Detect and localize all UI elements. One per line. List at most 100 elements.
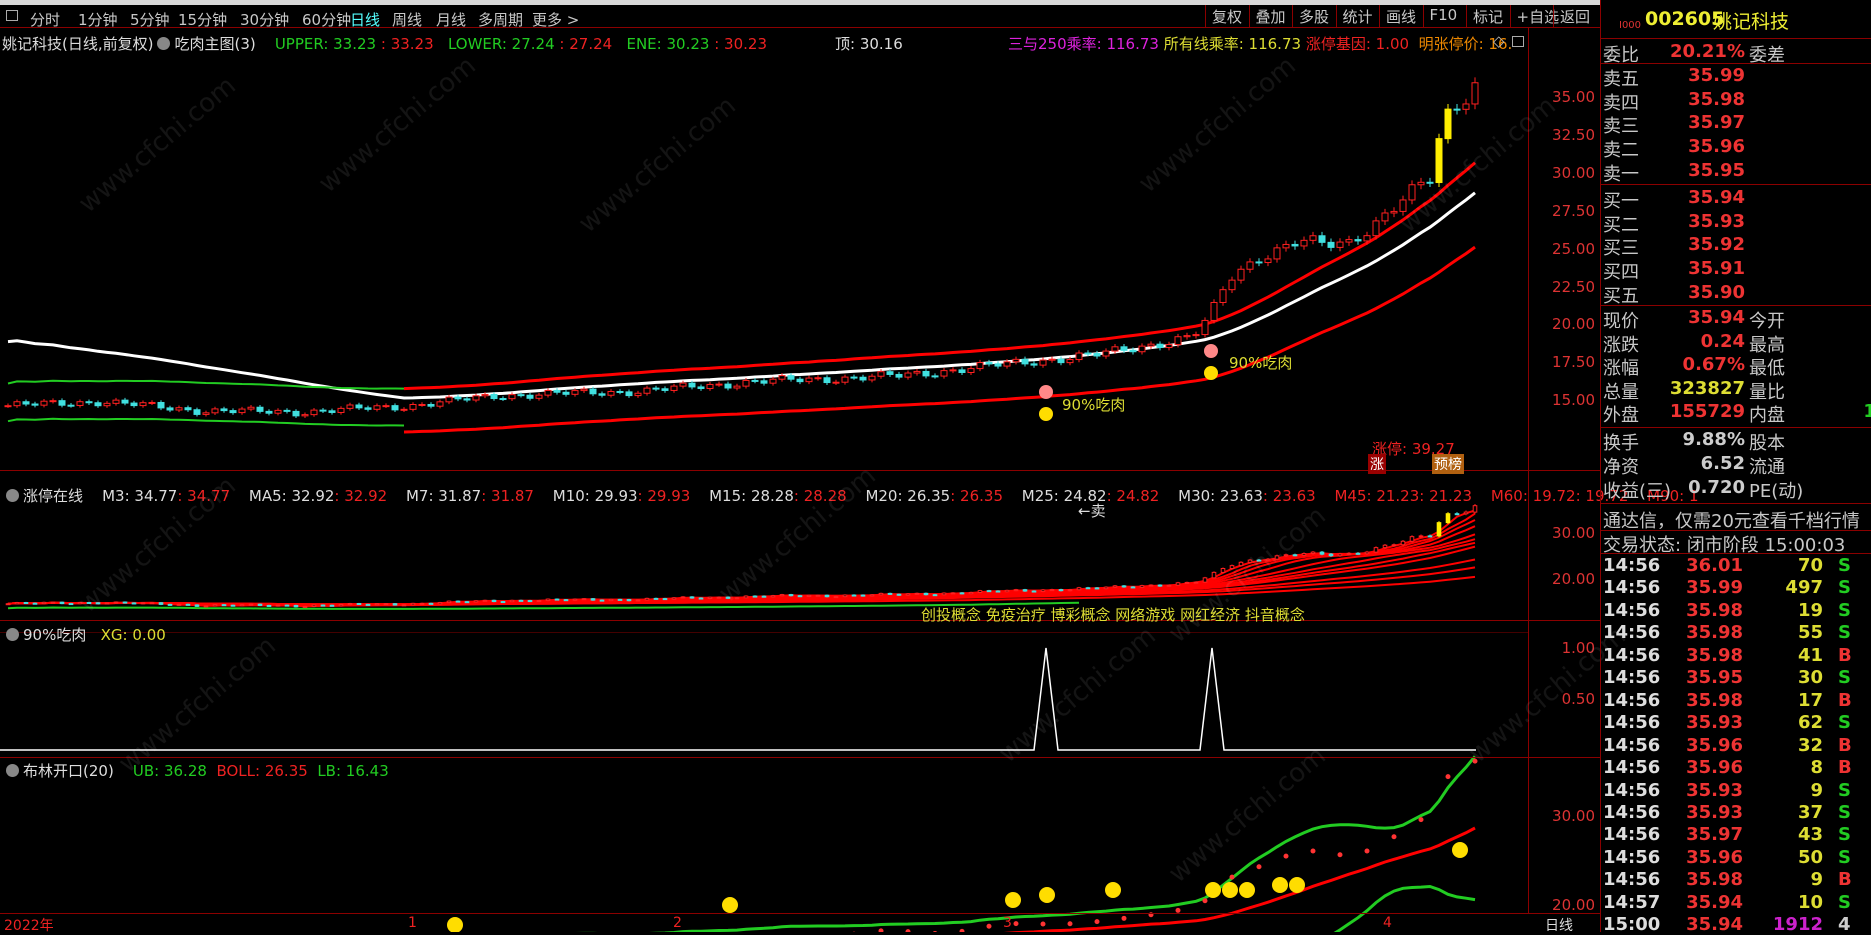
candle xyxy=(221,409,227,411)
candle xyxy=(1364,236,1370,241)
ma-value: : 24.82 xyxy=(1107,487,1160,505)
tick-row: 14:5635.9530S xyxy=(1601,667,1871,690)
tick-price: 35.97 xyxy=(1681,824,1743,845)
quantity: 10 xyxy=(1806,211,1871,232)
tick-side: S xyxy=(1838,577,1851,598)
toolbar-button[interactable]: 画线 xyxy=(1379,5,1422,27)
panel4-title[interactable]: 布林开口(20) xyxy=(23,762,114,780)
diamond-icon[interactable]: ◇ xyxy=(1493,32,1505,50)
candle xyxy=(1355,240,1361,241)
timeframe-tab[interactable]: 15分钟 xyxy=(178,9,227,30)
mini-candle xyxy=(276,605,280,606)
timeframe-tab[interactable]: 5分钟 xyxy=(130,9,170,30)
timeframe-tab[interactable]: 月线 xyxy=(436,9,466,30)
mini-candle xyxy=(240,605,244,606)
tick-volume: 8 xyxy=(1761,757,1823,778)
panel4-axis-label: 30.00 xyxy=(1545,807,1595,825)
mini-candle xyxy=(1275,556,1279,559)
candle xyxy=(1391,211,1397,213)
mini-candle xyxy=(24,603,28,604)
mini-candle xyxy=(672,598,676,599)
tick-side: S xyxy=(1838,622,1851,643)
mini-candle xyxy=(168,604,172,605)
timeframe-tab[interactable]: 分时 xyxy=(30,9,60,30)
ad-row[interactable]: 通达信，仅需20元查看千档行情 xyxy=(1601,507,1871,530)
toolbar-button[interactable]: 复权 xyxy=(1205,5,1248,27)
period-label[interactable]: 日线 xyxy=(1545,915,1573,935)
mini-candle xyxy=(15,603,19,604)
panel2-title[interactable]: 涨停在线 xyxy=(23,487,83,505)
tick-volume: 41 xyxy=(1761,645,1823,666)
stat-row: 涨幅0.67%最低33. xyxy=(1601,354,1871,377)
timeframe-tab[interactable]: 1分钟 xyxy=(78,9,118,30)
ma-label: M60: 19.72 xyxy=(1491,487,1576,505)
indicator-name[interactable]: 吃肉主图(3) xyxy=(174,35,255,53)
timeframe-tab[interactable]: 日线 xyxy=(350,9,380,30)
candle xyxy=(365,408,371,409)
timeframe-tab[interactable]: 更多 > xyxy=(532,9,579,30)
mini-candle xyxy=(411,603,415,604)
upper-label: UPPER: 33.23 xyxy=(275,35,376,53)
candle xyxy=(608,391,614,395)
tick-volume: 32 xyxy=(1761,735,1823,756)
candle xyxy=(275,410,281,413)
mini-candle xyxy=(366,604,370,605)
xg-signal-line xyxy=(0,648,1476,750)
indicator-menu-icon[interactable] xyxy=(157,37,170,50)
indicator-menu-icon[interactable] xyxy=(6,764,19,777)
ma-label: M45: 21.23 xyxy=(1334,487,1419,505)
toolbar-button[interactable]: 标记 xyxy=(1466,5,1509,27)
mini-candle xyxy=(1239,562,1243,565)
mini-candle xyxy=(96,603,100,604)
tick-row: 14:5635.9743S xyxy=(1601,824,1871,847)
mini-candle xyxy=(51,602,55,603)
indicator-menu-icon[interactable] xyxy=(6,628,19,641)
candle xyxy=(50,401,56,402)
panel-toggle-icon[interactable] xyxy=(6,10,18,21)
timeframe-tab[interactable]: 60分钟 xyxy=(302,9,351,30)
ratio-header: 三与250乘率: 116.73 所有线乘率: 116.73 涨停基因: 1.00… xyxy=(1008,33,1512,54)
panel3-title[interactable]: 90%吃肉 xyxy=(23,626,86,644)
mini-candle xyxy=(348,604,352,605)
tick-side: 4 xyxy=(1838,914,1851,932)
candle xyxy=(1247,262,1253,269)
mini-candle xyxy=(1437,523,1441,536)
tick-side: S xyxy=(1838,667,1851,688)
timeframe-tab[interactable]: 多周期 xyxy=(478,9,523,30)
label: 外盘 xyxy=(1603,401,1639,427)
tick-time: 14:56 xyxy=(1603,869,1660,890)
ma-line-30 xyxy=(8,547,1475,605)
month-label: 1 xyxy=(408,915,417,931)
ene-label: ENE: 30.23 xyxy=(626,35,709,53)
label: 净资 xyxy=(1603,453,1639,479)
ma-label: MA5: 32.92 xyxy=(249,487,335,505)
mini-candle xyxy=(942,593,946,595)
toolbar-button[interactable]: F10 xyxy=(1423,5,1464,27)
mini-candle xyxy=(933,595,937,596)
timeframe-tab[interactable]: 30分钟 xyxy=(240,9,289,30)
window-toggle-icon[interactable] xyxy=(1512,36,1524,47)
mini-candle xyxy=(177,604,181,605)
candle xyxy=(194,410,200,415)
candle xyxy=(851,377,857,378)
value: 3.28 xyxy=(1806,453,1871,474)
kline-chart[interactable] xyxy=(0,0,1600,932)
toolbar-button[interactable]: 叠加 xyxy=(1249,5,1292,27)
indicator-menu-icon[interactable] xyxy=(6,489,19,502)
value: 0.67% xyxy=(1661,354,1745,375)
smiley-icon xyxy=(1222,882,1238,898)
candle xyxy=(617,391,623,392)
candle xyxy=(833,382,839,383)
toolbar-button[interactable]: 返回 xyxy=(1553,5,1596,27)
toolbar-button[interactable]: 统计 xyxy=(1336,5,1379,27)
toolbar-button[interactable]: 多股 xyxy=(1292,5,1335,27)
timeframe-tab[interactable]: 周线 xyxy=(392,9,422,30)
tick-volume: 37 xyxy=(1761,802,1823,823)
candle xyxy=(338,408,344,412)
candle xyxy=(1472,83,1478,104)
mini-candle xyxy=(618,599,622,600)
quantity: 32 xyxy=(1806,187,1871,208)
lower-band xyxy=(404,247,1475,432)
candle xyxy=(662,389,668,391)
mini-candle xyxy=(195,605,199,606)
